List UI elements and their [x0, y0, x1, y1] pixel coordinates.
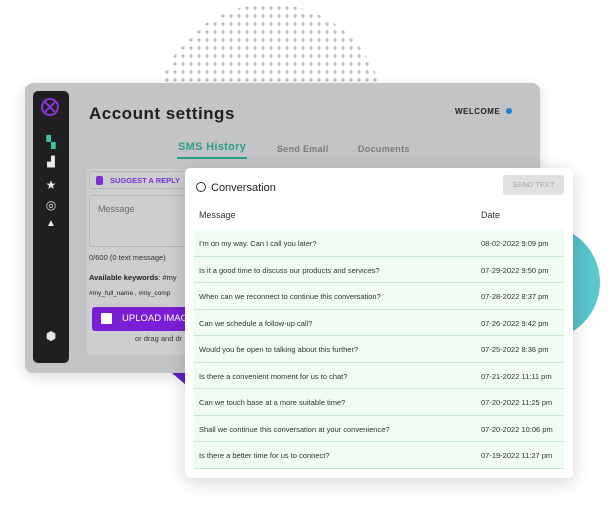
circle-icon[interactable]: ◎: [33, 198, 69, 212]
message-table: I'm on my way. Can I call you later? 08-0…: [194, 230, 564, 469]
logo-icon[interactable]: [41, 98, 59, 116]
table-row[interactable]: When can we reconnect to continue this c…: [194, 283, 564, 310]
star-icon[interactable]: ★: [33, 178, 69, 192]
message-date: 07-26-2022 9:42 pm: [481, 318, 549, 328]
robot-icon: [96, 176, 103, 185]
message-text: I'm on my way. Can I call you later?: [199, 239, 317, 248]
message-date: 07-21-2022 11:11 pm: [481, 371, 552, 381]
char-counter: 0/600 (0 text message): [89, 253, 166, 262]
message-text: Is there a better time for us to connect…: [199, 451, 330, 460]
message-date: 07-25-2022 8:36 pm: [481, 345, 549, 354]
table-row[interactable]: Is there a convenient moment for us to c…: [194, 362, 564, 389]
message-text: Would you be open to talking about this …: [199, 345, 359, 354]
conversation-title: Conversation: [211, 182, 276, 194]
suggest-reply-button[interactable]: SUGGEST A REPLY: [89, 171, 195, 189]
send-text-button[interactable]: SEND TEXT: [503, 175, 564, 195]
keywords-value: : #my: [158, 273, 177, 282]
dashboard-icon[interactable]: ▚: [33, 135, 69, 149]
image-icon: [101, 313, 112, 324]
welcome-label: WELCOME: [455, 107, 501, 116]
tab-documents[interactable]: Documents: [358, 144, 410, 154]
column-header-date: Date: [481, 210, 501, 220]
message-date: 07-20-2022 10:06 pm: [481, 424, 553, 434]
message-text: Is there a convenient moment for us to c…: [199, 371, 348, 381]
table-row[interactable]: Would you be open to talking about this …: [194, 336, 564, 363]
message-text: Is it a good time to discuss our product…: [199, 265, 380, 275]
purple-decoration: [172, 373, 186, 385]
tab-send-email[interactable]: Send Email: [277, 144, 329, 154]
active-tab-indicator: [177, 157, 247, 159]
chart-icon[interactable]: ▟: [33, 157, 69, 168]
message-text: Shall we continue this conversation at y…: [199, 424, 390, 434]
table-row[interactable]: Is it a good time to discuss our product…: [194, 256, 564, 283]
message-date: 07-20-2022 11:25 pm: [481, 398, 553, 407]
message-text: Can we touch base at a more suitable tim…: [199, 398, 346, 407]
table-row[interactable]: Can we schedule a follow-up call? 07-26-2…: [194, 309, 564, 336]
message-date: 08-02-2022 9:09 pm: [481, 239, 549, 248]
upload-image-button[interactable]: UPLOAD IMAGE: [92, 307, 197, 331]
tab-sms-history[interactable]: SMS History: [178, 141, 246, 153]
table-row[interactable]: Can we touch base at a more suitable tim…: [194, 389, 564, 416]
table-row[interactable]: Is there a better time for us to connect…: [194, 442, 564, 469]
keywords-line: Available keywords: #my: [89, 273, 177, 282]
suggest-reply-label: SUGGEST A REPLY: [110, 176, 181, 185]
message-input[interactable]: Message: [89, 195, 195, 247]
compose-panel: SUGGEST A REPLY Message 0/600 (0 text me…: [87, 169, 197, 355]
page-title: Account settings: [89, 104, 235, 123]
status-dot: [506, 108, 512, 114]
keywords-list: #my_full_name , #my_comp: [89, 290, 171, 297]
message-text: Can we schedule a follow-up call?: [199, 318, 313, 328]
sidebar: ▚ ▟ ★ ◎ ▲ ⬢: [33, 91, 69, 363]
message-text: When can we reconnect to continue this c…: [199, 292, 381, 301]
conversation-panel: Conversation SEND TEXT Message Date I'm …: [185, 168, 573, 478]
upload-label: UPLOAD IMAGE: [122, 313, 195, 324]
column-header-message: Message: [199, 210, 236, 220]
triangle-icon[interactable]: ▲: [33, 218, 69, 229]
table-row[interactable]: Shall we continue this conversation at y…: [194, 415, 564, 442]
message-date: 07-19-2022 11:27 pm: [481, 451, 553, 460]
message-date: 07-28-2022 8:37 pm: [481, 292, 549, 301]
dotted-decoration: [155, 4, 385, 84]
settings-icon[interactable]: ⬢: [33, 329, 69, 343]
history-icon: [196, 182, 206, 192]
drag-hint: or drag and dr: [135, 334, 183, 343]
message-date: 07-29-2022 9:50 pm: [481, 265, 549, 275]
table-row[interactable]: I'm on my way. Can I call you later? 08-0…: [194, 230, 564, 257]
keywords-label: Available keywords: [89, 273, 159, 282]
